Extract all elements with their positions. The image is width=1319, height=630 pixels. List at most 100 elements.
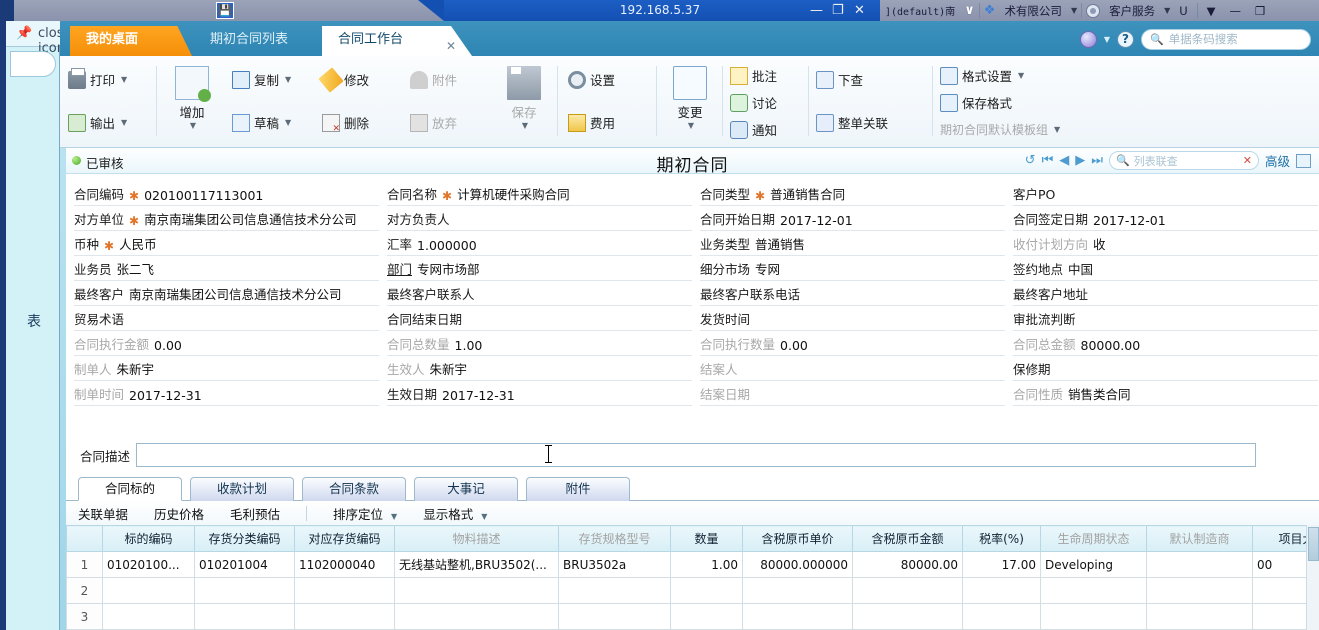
cell-lifecycle-status[interactable]: Developing: [1040, 551, 1147, 578]
col-item-code[interactable]: 标的编码: [102, 525, 195, 552]
format-settings-button[interactable]: 格式设置 ▼: [940, 62, 1120, 89]
cell-amount[interactable]: [852, 577, 963, 604]
gross-margin-estimate-button[interactable]: 毛利预估: [230, 504, 280, 523]
cell-lifecycle-status[interactable]: [1040, 603, 1147, 630]
cell-inventory-code[interactable]: [294, 577, 395, 604]
notify-button[interactable]: 通知: [730, 116, 802, 143]
field-salesperson[interactable]: 业务员 张二飞: [74, 257, 379, 281]
cell-inventory-code[interactable]: 1102000040: [294, 551, 395, 578]
cell-inventory-spec[interactable]: BRU3502a: [558, 551, 671, 578]
cell-default-manufacturer[interactable]: [1146, 603, 1253, 630]
question-icon[interactable]: ?: [1117, 30, 1134, 48]
col-inventory-spec[interactable]: 存货规格型号: [558, 525, 671, 552]
col-quantity[interactable]: 数量: [670, 525, 743, 552]
display-format-button[interactable]: 显示格式 ▼: [423, 504, 487, 523]
field-contract-code[interactable]: 合同编码 ✱ 020100117113001: [74, 182, 379, 206]
cell-tax-rate[interactable]: [962, 603, 1041, 630]
field-trade-terms[interactable]: 贸易术语: [74, 307, 379, 331]
field-end-customer-phone[interactable]: 最终客户联系电话: [700, 282, 1005, 306]
barcode-search-box[interactable]: 🔍 单据条码搜索: [1141, 28, 1311, 50]
tray-expand-button[interactable]: ▼: [1202, 0, 1221, 21]
related-documents-button[interactable]: 关联单据: [78, 504, 128, 523]
tab-milestones[interactable]: 大事记: [414, 477, 518, 501]
col-default-manufacturer[interactable]: 默认制造商: [1146, 525, 1253, 552]
cell-inventory-class-code[interactable]: [194, 603, 295, 630]
cell-item-code[interactable]: [102, 577, 195, 604]
change-chevron-down-icon[interactable]: ▼: [666, 121, 716, 130]
tray-restore-button[interactable]: ❐: [1250, 0, 1270, 21]
grid-vertical-scrollbar[interactable]: [1306, 525, 1319, 630]
table-row[interactable]: 2: [66, 577, 1319, 604]
field-effective-date[interactable]: 生效日期 2017-12-31: [387, 382, 692, 406]
col-inventory-class-code[interactable]: 存货分类编码: [194, 525, 295, 552]
field-contract-type[interactable]: 合同类型 ✱ 普通销售合同: [700, 182, 1005, 206]
cell-tax-rate[interactable]: [962, 577, 1041, 604]
col-material-description[interactable]: 物料描述: [394, 525, 559, 552]
field-contract-end-date[interactable]: 合同结束日期: [387, 307, 692, 331]
annotation-button[interactable]: 批注: [730, 62, 802, 89]
export-button[interactable]: 输出 ▼: [68, 109, 150, 136]
col-unit-price[interactable]: 含税原币单价: [742, 525, 853, 552]
tab-my-desktop[interactable]: 我的桌面: [70, 26, 192, 56]
field-business-type[interactable]: 业务类型 普通销售: [700, 232, 1005, 256]
first-record-icon[interactable]: ⏮: [1042, 153, 1054, 168]
settings-button[interactable]: 设置: [568, 66, 648, 93]
draft-chevron-down-icon[interactable]: ▼: [285, 118, 291, 127]
print-button[interactable]: 打印 ▼: [68, 66, 150, 93]
field-counterparty-manager[interactable]: 对方负责人: [387, 207, 692, 231]
col-amount[interactable]: 含税原币金额: [852, 525, 963, 552]
save-format-button[interactable]: 保存格式: [940, 89, 1120, 116]
tab-initial-contract-list[interactable]: 期初合同列表: [194, 26, 322, 56]
tab-close-icon[interactable]: ✕: [446, 33, 456, 60]
attachment-button[interactable]: 附件: [410, 66, 490, 93]
scrollbar-thumb[interactable]: [1308, 527, 1319, 561]
save-button[interactable]: 保存 ▼: [498, 66, 550, 130]
field-sign-location[interactable]: 签约地点 中国: [1013, 257, 1318, 281]
cell-unit-price[interactable]: [742, 603, 853, 630]
fee-button[interactable]: 费用: [568, 109, 648, 136]
field-currency[interactable]: 币种 ✱ 人民币: [74, 232, 379, 256]
window-maximize-button[interactable]: ❐: [832, 3, 844, 18]
export-chevron-down-icon[interactable]: ▼: [121, 118, 127, 127]
company-chevron-down-icon[interactable]: ▼: [1071, 6, 1077, 15]
table-row[interactable]: 3: [66, 603, 1319, 630]
field-end-customer[interactable]: 最终客户 南京南瑞集团公司信息通信技术分公司: [74, 282, 379, 306]
cell-lifecycle-status[interactable]: [1040, 577, 1147, 604]
cell-inventory-class-code[interactable]: [194, 577, 295, 604]
field-customer-po[interactable]: 客户PO: [1013, 182, 1318, 206]
field-contract-name[interactable]: 合同名称 ✱ 计算机硬件采购合同: [387, 182, 692, 206]
customer-service-chevron-down-icon[interactable]: ▼: [1164, 6, 1170, 15]
add-chevron-down-icon[interactable]: ▼: [168, 121, 218, 130]
tab-payment-plan[interactable]: 收款计划: [190, 477, 294, 501]
discussion-button[interactable]: 讨论: [730, 89, 802, 116]
cell-amount[interactable]: [852, 603, 963, 630]
abandon-button[interactable]: 放弃: [410, 109, 490, 136]
customer-service-label[interactable]: 客户服务: [1104, 0, 1160, 21]
refresh-icon[interactable]: ↺: [1025, 153, 1036, 168]
cell-material-description[interactable]: [394, 577, 559, 604]
cell-material-description[interactable]: 无线基站整机,BRU3502(...: [394, 551, 559, 578]
field-exchange-rate[interactable]: 汇率 1.000000: [387, 232, 692, 256]
modify-button[interactable]: 修改: [318, 66, 402, 93]
field-approval-flow-judgement[interactable]: 审批流判断: [1013, 307, 1318, 331]
field-end-customer-address[interactable]: 最终客户地址: [1013, 282, 1318, 306]
cell-inventory-spec[interactable]: [558, 603, 671, 630]
sort-position-chevron-down-icon[interactable]: ▼: [391, 512, 397, 521]
contract-items-grid[interactable]: 标的编码 存货分类编码 对应存货编码 物料描述 存货规格型号 数量 含税原币单价…: [66, 525, 1319, 630]
field-market-segment[interactable]: 细分市场 专网: [700, 257, 1005, 281]
add-button[interactable]: 增加 ▼: [166, 66, 218, 130]
col-inventory-code[interactable]: 对应存货编码: [294, 525, 395, 552]
template-chevron-down-icon[interactable]: ▼: [1054, 125, 1060, 134]
contract-description-input[interactable]: [136, 443, 1257, 467]
col-tax-rate[interactable]: 税率(%): [962, 525, 1041, 552]
whole-bill-link-button[interactable]: 整单关联: [816, 109, 926, 136]
field-sign-date[interactable]: 合同签定日期 2017-12-01: [1013, 207, 1318, 231]
col-rownum[interactable]: [66, 525, 103, 552]
print-chevron-down-icon[interactable]: ▼: [121, 75, 127, 84]
list-lookup-search-box[interactable]: 🔍 列表联查 ✕: [1108, 151, 1259, 170]
cell-inventory-class-code[interactable]: 010201004: [194, 551, 295, 578]
tab-contract-items[interactable]: 合同标的: [78, 477, 182, 501]
price-history-button[interactable]: 历史价格: [154, 504, 204, 523]
cell-quantity[interactable]: 1.00: [670, 551, 743, 578]
prev-record-icon[interactable]: ◀: [1059, 153, 1069, 168]
